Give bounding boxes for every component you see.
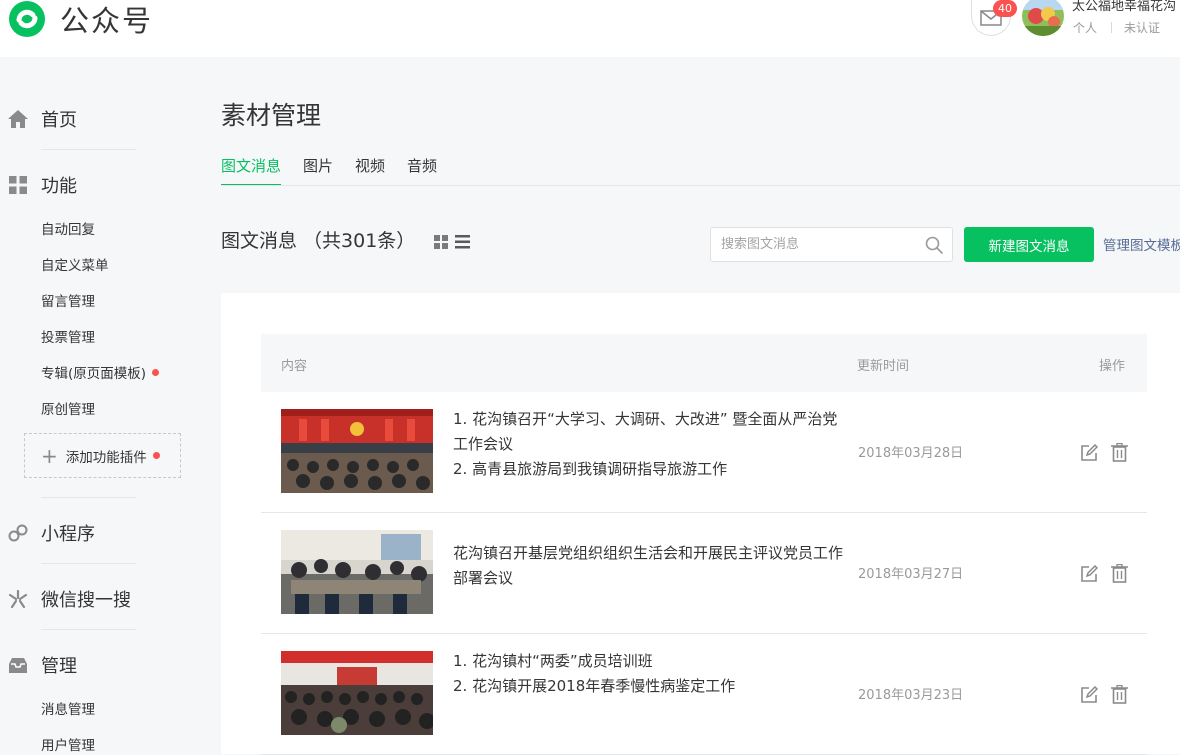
article-title-line[interactable]: 2. 高青县旅游局到我镇调研指导旅游工作 (453, 457, 845, 482)
tab-audio[interactable]: 音频 (407, 155, 437, 186)
add-plugin-button[interactable]: + 添加功能插件 (24, 433, 181, 478)
sidebar-item-label: 小程序 (41, 524, 95, 545)
sidebar-divider (41, 563, 136, 564)
table-row[interactable]: 1. 花沟镇村“两委”成员培训班 2. 花沟镇开展2018年春季慢性病鉴定工作 … (261, 634, 1147, 755)
article-title-line[interactable]: 花沟镇召开基层党组织组织生活会和开展民主评议党员工作部署会议 (453, 541, 845, 591)
article-updated-date: 2018年03月27日 (858, 567, 964, 582)
wechat-official-account-logo-icon (9, 1, 45, 37)
article-title[interactable]: 1. 花沟镇召开“大学习、大调研、大改进” 暨全面从严治党工作会议 2. 高青县… (453, 407, 845, 482)
tab-articles[interactable]: 图文消息 (221, 155, 282, 186)
tab-images[interactable]: 图片 (303, 155, 333, 186)
articles-panel: 内容 更新时间 操作 1. 花沟镇召开“大学习、大调研、大改进” 暨全面从严治党… (221, 293, 1180, 755)
logo[interactable]: 公众号 (6, 0, 153, 38)
new-article-button[interactable]: 新建图文消息 (964, 227, 1094, 262)
delete-icon[interactable] (1111, 564, 1128, 583)
grid-icon (7, 174, 29, 196)
sidebar-group-features[interactable]: 功能 (7, 172, 77, 198)
add-plugin-label: 添加功能插件 (65, 449, 147, 466)
avatar-image-icon (1022, 0, 1064, 36)
avatar[interactable] (1022, 0, 1064, 36)
search-box (710, 227, 953, 262)
brand-name: 公众号 (60, 4, 154, 38)
sidebar-item-label: 微信搜一搜 (41, 590, 131, 611)
table-row[interactable]: 花沟镇召开基层党组织组织生活会和开展民主评议党员工作部署会议 2018年03月2… (261, 513, 1147, 634)
new-badge-dot (152, 368, 160, 376)
sidebar-divider (41, 629, 136, 630)
sidebar-item-album[interactable]: 专辑(原页面模板) (41, 362, 160, 382)
sidebar-group-management[interactable]: 管理 (7, 652, 77, 678)
inbox-icon (7, 654, 29, 676)
new-badge-dot (152, 452, 160, 459)
mini-program-icon (7, 522, 29, 544)
sidebar-item-vote-management[interactable]: 投票管理 (41, 326, 95, 346)
article-thumbnail[interactable] (281, 651, 433, 735)
account-name[interactable]: 太公福地幸福花沟 (1072, 0, 1176, 14)
verify-status[interactable]: 未认证 (1124, 19, 1160, 36)
sidebar-divider (41, 149, 136, 150)
material-tabs: 图文消息 图片 视频 音频 (221, 155, 459, 186)
delete-icon[interactable] (1111, 685, 1128, 704)
article-title[interactable]: 1. 花沟镇村“两委”成员培训班 2. 花沟镇开展2018年春季慢性病鉴定工作 (453, 649, 845, 699)
column-header-actions: 操作 (1099, 359, 1126, 374)
edit-icon[interactable] (1080, 444, 1098, 462)
sidebar-item-home[interactable]: 首页 (7, 106, 77, 132)
sidebar-group-label: 管理 (41, 656, 77, 677)
sidebar-item-label: 首页 (41, 110, 77, 131)
account-type: 个人 (1073, 21, 1098, 35)
tab-videos[interactable]: 视频 (355, 155, 385, 186)
sidebar-item-original-management[interactable]: 原创管理 (41, 398, 95, 418)
section-title: 图文消息 （共301条） (221, 230, 416, 252)
article-thumbnail[interactable] (281, 409, 433, 493)
edit-icon[interactable] (1080, 686, 1098, 704)
table-header: 内容 更新时间 操作 (261, 334, 1147, 392)
article-title[interactable]: 花沟镇召开基层党组织组织生活会和开展民主评议党员工作部署会议 (453, 541, 845, 591)
edit-icon[interactable] (1080, 565, 1098, 583)
article-thumbnail[interactable] (281, 530, 433, 614)
top-bar: 公众号 40 太公福地幸福花沟 个人 未认证 (0, 0, 1180, 57)
tabs-divider (221, 185, 1180, 186)
search-input[interactable] (711, 228, 924, 261)
meta-divider (1111, 22, 1113, 33)
article-updated-date: 2018年03月23日 (858, 688, 964, 703)
sidebar-item-label: 专辑(原页面模板) (41, 366, 147, 382)
plus-icon: + (41, 443, 58, 468)
grid-view-icon[interactable] (434, 235, 448, 249)
sidebar-item-message-management[interactable]: 消息管理 (41, 698, 95, 718)
thumbnail-image-icon (281, 409, 433, 493)
list-view-icon[interactable] (455, 235, 470, 249)
article-title-line[interactable]: 2. 花沟镇开展2018年春季慢性病鉴定工作 (453, 674, 845, 699)
sidebar-item-custom-menu[interactable]: 自定义菜单 (41, 254, 109, 274)
sidebar-item-comment-management[interactable]: 留言管理 (41, 290, 95, 310)
article-title-line[interactable]: 1. 花沟镇召开“大学习、大调研、大改进” 暨全面从严治党工作会议 (453, 407, 845, 457)
sidebar-group-label: 功能 (41, 176, 77, 197)
delete-icon[interactable] (1111, 443, 1128, 462)
thumbnail-image-icon (281, 651, 433, 735)
sidebar-item-user-management[interactable]: 用户管理 (41, 734, 95, 754)
sidebar-divider (41, 497, 136, 498)
sidebar-item-mini-program[interactable]: 小程序 (7, 520, 95, 546)
home-icon (7, 108, 29, 130)
search-icon[interactable] (924, 235, 944, 255)
article-title-line[interactable]: 1. 花沟镇村“两委”成员培训班 (453, 649, 845, 674)
account-meta: 个人 未认证 (1073, 19, 1160, 36)
sidebar-item-auto-reply[interactable]: 自动回复 (41, 218, 95, 238)
column-header-updated: 更新时间 (857, 359, 910, 374)
column-header-content: 内容 (281, 359, 308, 374)
article-updated-date: 2018年03月28日 (858, 446, 964, 461)
sidebar: 首页 功能 自动回复 自定义菜单 留言管理 投票管理 专辑(原页面模板) 原创管… (0, 57, 200, 754)
wechat-search-icon (7, 588, 29, 610)
page-title: 素材管理 (221, 101, 322, 130)
table-row[interactable]: 1. 花沟镇召开“大学习、大调研、大改进” 暨全面从严治党工作会议 2. 高青县… (261, 392, 1147, 513)
thumbnail-image-icon (281, 530, 433, 614)
manage-templates-link[interactable]: 管理图文模板 (1103, 234, 1180, 254)
mail-count-badge: 40 (993, 0, 1017, 17)
sidebar-item-wechat-search[interactable]: 微信搜一搜 (7, 586, 131, 612)
